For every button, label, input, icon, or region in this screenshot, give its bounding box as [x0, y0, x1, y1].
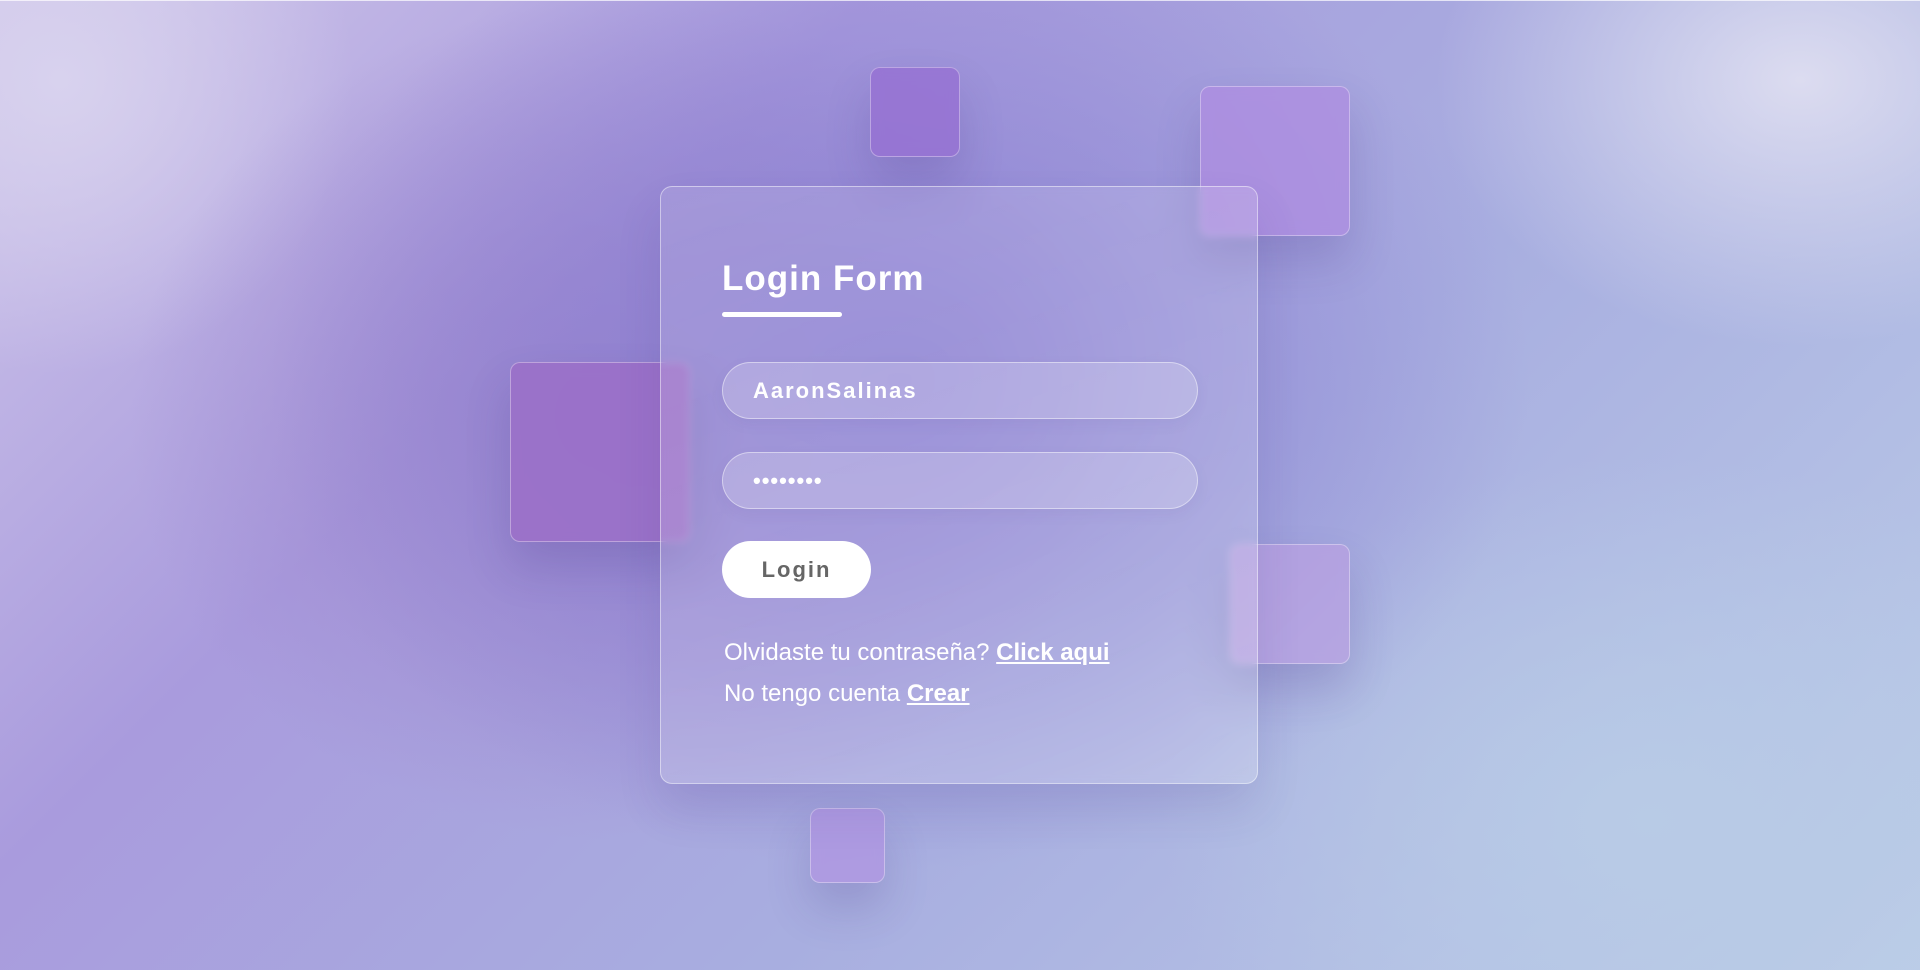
- top-border: [0, 0, 1920, 1]
- create-account-line: No tengo cuenta Crear: [724, 680, 970, 708]
- create-account-link[interactable]: Crear: [907, 680, 970, 707]
- login-card: Login Form Login Olvidaste tu contraseña…: [660, 186, 1258, 784]
- username-input[interactable]: [722, 362, 1198, 419]
- forgot-password-line: Olvidaste tu contraseña? Click aqui: [724, 639, 1110, 667]
- no-account-text: No tengo cuenta: [724, 680, 901, 707]
- forgot-password-link[interactable]: Click aqui: [996, 639, 1109, 666]
- title-underline: [722, 312, 842, 317]
- login-button[interactable]: Login: [722, 541, 871, 598]
- form-title: Login Form: [722, 259, 925, 298]
- decorative-square: [870, 67, 960, 157]
- forgot-password-text: Olvidaste tu contraseña?: [724, 639, 990, 666]
- decorative-square: [810, 808, 885, 883]
- password-input[interactable]: [722, 452, 1198, 509]
